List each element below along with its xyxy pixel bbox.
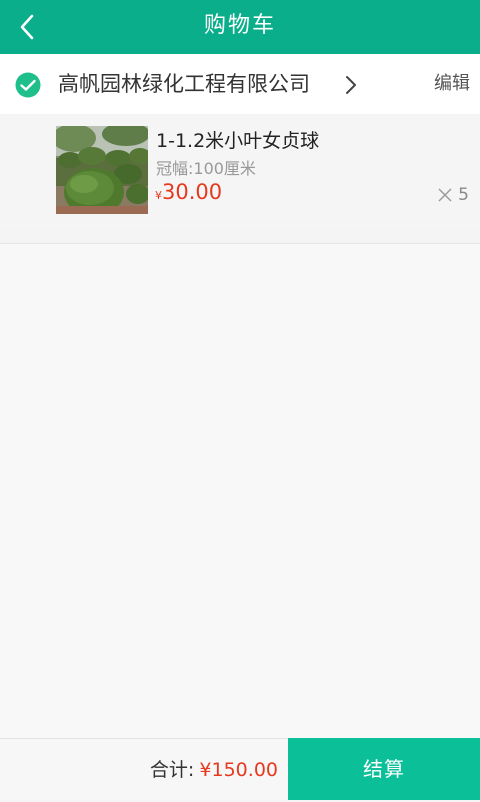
product-spec: 冠幅:100厘米	[156, 159, 256, 178]
total-value: ¥150.00	[199, 759, 278, 781]
cart-list-empty-area	[0, 244, 480, 738]
checkout-button[interactable]: 结算	[288, 738, 480, 800]
total-label: 合计:	[149, 759, 195, 781]
chevron-left-icon	[20, 14, 34, 40]
footer-bar: 合计: ¥150.00 结算	[0, 738, 480, 800]
shop-row: 高帆园林绿化工程有限公司 编辑	[0, 54, 480, 114]
page-title: 购物车	[203, 13, 276, 38]
price-amount: 30.00	[162, 180, 223, 204]
cart-item[interactable]: 1-1.2米小叶女贞球 冠幅:100厘米 ¥30.00	[0, 114, 480, 230]
item-quantity: 5	[438, 185, 469, 205]
currency-symbol: ¥	[155, 189, 162, 202]
quantity-value: 5	[458, 185, 469, 205]
shrub-photo	[56, 126, 148, 214]
back-button[interactable]	[0, 0, 54, 54]
times-icon	[438, 188, 452, 202]
product-image[interactable]	[56, 126, 148, 214]
app-header: 购物车	[0, 0, 480, 54]
edit-button[interactable]: 编辑	[434, 54, 470, 114]
product-price: ¥30.00	[155, 180, 222, 204]
chevron-right-icon[interactable]	[344, 74, 358, 96]
product-title[interactable]: 1-1.2米小叶女贞球	[156, 126, 319, 153]
check-circle-icon[interactable]	[15, 72, 41, 98]
shop-name[interactable]: 高帆园林绿化工程有限公司	[58, 54, 310, 114]
total-summary: 合计: ¥150.00	[150, 739, 278, 801]
